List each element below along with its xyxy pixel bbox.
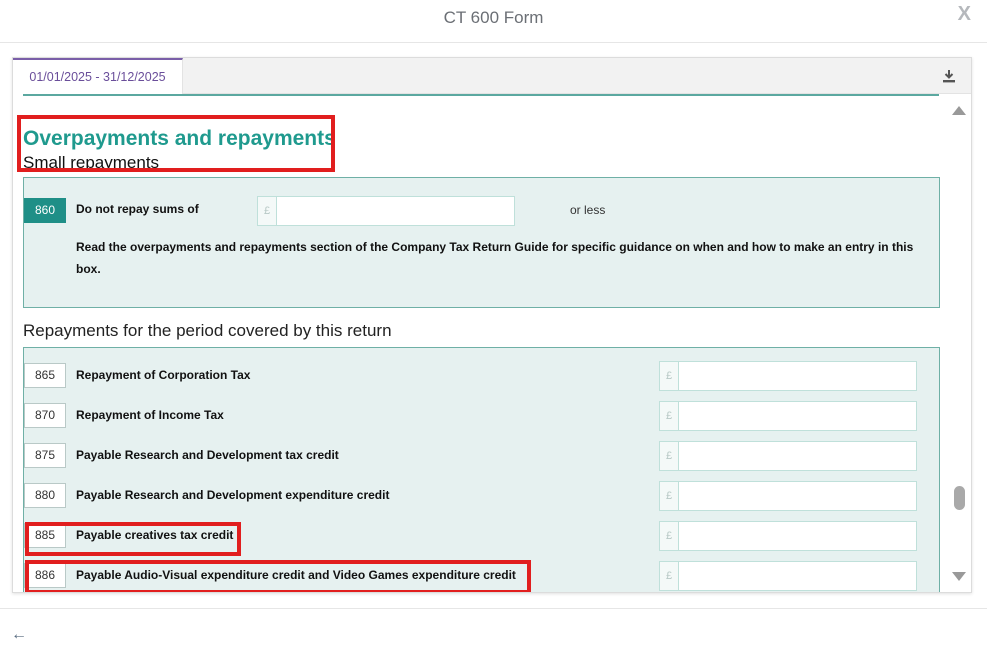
currency-sign: £ [660,362,679,390]
amount-field[interactable]: £ [659,561,917,591]
small-repayment-input[interactable] [278,197,514,225]
modal-header: CT 600 Form X [0,0,987,43]
divider [23,94,939,96]
download-icon[interactable] [941,68,957,84]
or-less-label: or less [570,203,606,217]
currency-sign: £ [660,442,679,470]
currency-sign: £ [660,522,679,550]
row-label: Do not repay sums of [76,202,199,216]
scroll-up-icon[interactable] [952,106,966,115]
small-repayments-box: 860 Do not repay sums of £ or less Read … [23,177,940,308]
amount-field[interactable]: £ [659,401,917,431]
footer-divider [0,608,987,609]
amount-field[interactable]: £ [659,361,917,391]
box-number: 875 [24,443,66,468]
close-icon[interactable]: X [958,3,971,26]
box-number: 880 [24,483,66,508]
tab-period[interactable]: 01/01/2025 - 31/12/2025 [13,58,183,95]
amount-field[interactable]: £ [659,441,917,471]
repayments-box: 865 Repayment of Corporation Tax £ 870 R… [23,347,940,592]
row-label: Payable Research and Development tax cre… [76,448,339,462]
highlight-row-885 [25,522,241,556]
small-repayment-field[interactable]: £ [257,196,515,226]
amount-input[interactable] [680,362,916,390]
row-label: Repayment of Income Tax [76,408,224,422]
box-number: 865 [24,363,66,388]
currency-sign: £ [660,562,679,590]
form-content: Overpayments and repayments Small repaym… [13,94,949,592]
highlight-row-886 [25,560,531,592]
form-panel: 01/01/2025 - 31/12/2025 Overpayments and… [12,57,972,593]
guidance-text: Read the overpayments and repayments sec… [76,240,914,276]
row-label: Repayment of Corporation Tax [76,368,251,382]
amount-input[interactable] [680,402,916,430]
amount-field[interactable]: £ [659,521,917,551]
amount-input[interactable] [680,442,916,470]
scroll-thumb[interactable] [954,486,965,510]
highlight-section-title [17,115,335,172]
row-label: Payable Research and Development expendi… [76,488,390,502]
box-number: 860 [24,198,66,223]
amount-input[interactable] [680,522,916,550]
amount-field[interactable]: £ [659,481,917,511]
scrollbar[interactable] [949,94,971,592]
modal-title: CT 600 Form [443,8,544,27]
back-arrow-icon[interactable]: ← [11,626,27,644]
tab-bar: 01/01/2025 - 31/12/2025 [13,58,971,95]
amount-input[interactable] [680,482,916,510]
repayments-title: Repayments for the period covered by thi… [23,321,392,340]
box-number: 870 [24,403,66,428]
currency-sign: £ [660,402,679,430]
currency-sign: £ [660,482,679,510]
scroll-down-icon[interactable] [952,572,966,581]
currency-sign: £ [258,197,277,225]
amount-input[interactable] [680,562,916,590]
